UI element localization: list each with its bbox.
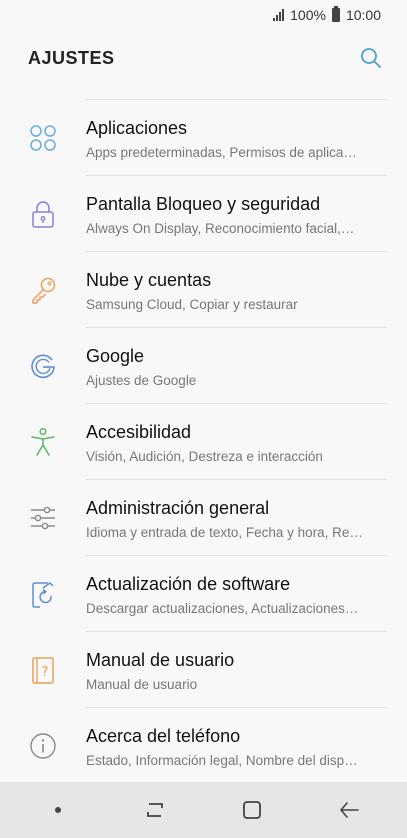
back-button[interactable]	[329, 790, 369, 830]
google-icon	[27, 350, 59, 382]
status-bar: 100% 10:00	[0, 0, 407, 30]
sliders-icon	[27, 502, 59, 534]
settings-item-label: Acerca del teléfono	[86, 726, 241, 746]
settings-item-label: Google	[86, 346, 145, 366]
settings-item-label: Manual de usuario	[86, 650, 235, 670]
key-icon	[27, 274, 59, 306]
settings-item-subtitle: Always On Display, Reconocimiento facial…	[86, 221, 355, 236]
settings-item-label: Pantalla Bloqueo y seguridad	[86, 194, 321, 214]
home-icon	[242, 801, 261, 819]
user-manual-icon: ?	[27, 654, 59, 686]
recents-button[interactable]	[135, 790, 175, 830]
settings-item-subtitle: Descargar actualizaciones, Actualizacion…	[86, 601, 359, 616]
back-icon	[339, 802, 359, 818]
home-button[interactable]	[232, 790, 272, 830]
nav-dot-icon	[55, 807, 62, 813]
settings-item-subtitle: Idioma y entrada de texto, Fecha y hora,…	[86, 525, 363, 540]
settings-item-label: Administración general	[86, 498, 270, 518]
settings-list[interactable]: Aplicaciones Apps predeterminadas, Permi…	[0, 86, 407, 782]
clock: 10:00	[345, 7, 381, 23]
svg-text:?: ?	[42, 665, 49, 680]
settings-item-pantalla-bloqueo[interactable]: Pantalla Bloqueo y seguridad Always On D…	[0, 176, 407, 252]
settings-item-google[interactable]: Google Ajustes de Google	[0, 328, 407, 404]
page-title: AJUSTES	[28, 47, 115, 68]
signal-icon	[273, 9, 285, 21]
nav-dot-button[interactable]	[38, 790, 78, 830]
settings-item-subtitle: Samsung Cloud, Copiar y restaurar	[86, 297, 298, 312]
settings-item-nube-cuentas[interactable]: Nube y cuentas Samsung Cloud, Copiar y r…	[0, 252, 407, 328]
settings-item-subtitle: Apps predeterminadas, Permisos de aplica…	[86, 145, 357, 160]
settings-item-actualizacion-software[interactable]: Actualización de software Descargar actu…	[0, 556, 407, 632]
search-icon	[361, 48, 381, 68]
settings-item-label: Nube y cuentas	[86, 270, 212, 290]
settings-item-acerca-telefono[interactable]: Acerca del teléfono Estado, Información …	[0, 708, 407, 782]
settings-item-subtitle: Ajustes de Google	[86, 373, 197, 388]
search-button[interactable]	[357, 44, 385, 72]
apps-grid-icon	[27, 122, 59, 154]
recents-icon	[147, 803, 164, 817]
info-icon	[27, 730, 59, 762]
settings-item-accesibilidad[interactable]: Accesibilidad Visión, Audición, Destreza…	[0, 404, 407, 480]
settings-item-label: Aplicaciones	[86, 118, 188, 138]
lock-icon	[27, 198, 59, 230]
accessibility-icon	[27, 426, 59, 458]
settings-item-label: Actualización de software	[86, 574, 291, 594]
software-update-icon	[27, 578, 59, 610]
list-item-partial	[0, 86, 407, 100]
settings-item-subtitle: Manual de usuario	[86, 677, 198, 692]
app-header: AJUSTES	[0, 30, 407, 86]
settings-item-manual-usuario[interactable]: ? Manual de usuario Manual de usuario	[0, 632, 407, 708]
navigation-bar	[0, 782, 407, 838]
settings-item-subtitle: Estado, Información legal, Nombre del di…	[86, 753, 358, 768]
settings-item-label: Accesibilidad	[86, 422, 192, 442]
battery-percent: 100%	[290, 7, 326, 23]
settings-item-aplicaciones[interactable]: Aplicaciones Apps predeterminadas, Permi…	[0, 100, 407, 176]
battery-icon	[331, 6, 340, 22]
settings-item-subtitle: Visión, Audición, Destreza e interacción	[86, 449, 323, 464]
settings-item-administracion-general[interactable]: Administración general Idioma y entrada …	[0, 480, 407, 556]
